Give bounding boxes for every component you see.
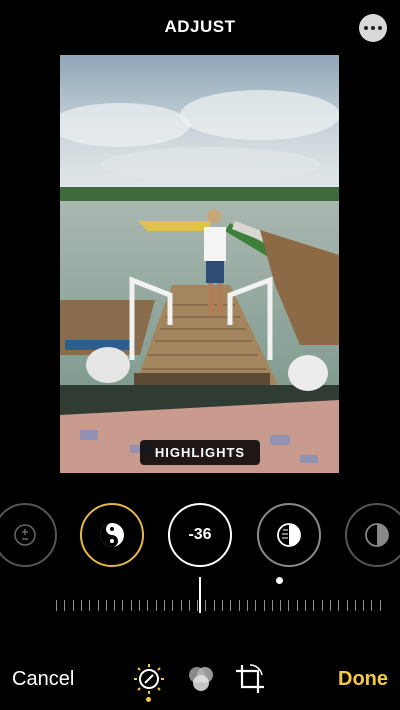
slider-tick (354, 600, 356, 611)
slider-tick (180, 600, 182, 611)
half-circle-icon (277, 523, 301, 547)
brilliance-dial[interactable] (80, 503, 144, 567)
slider-tick (130, 600, 132, 611)
slider-tick (230, 600, 232, 611)
slider-tick (139, 600, 140, 611)
slider-tick (105, 600, 107, 611)
slider-tick (371, 600, 373, 611)
done-button[interactable]: Done (338, 668, 388, 691)
slider-tick (197, 600, 199, 611)
slider-tick (114, 600, 116, 611)
original-value-dot (276, 577, 283, 584)
slider-tick (213, 600, 215, 611)
adjustment-value: -36 (188, 526, 212, 543)
slider-tick (147, 600, 149, 611)
slider-needle[interactable] (199, 577, 201, 613)
slider-tick (280, 600, 282, 611)
slider-tick (346, 600, 348, 611)
slider-tick (56, 600, 57, 611)
yin-yang-icon (100, 523, 124, 547)
slider-tick (288, 600, 290, 611)
slider-tick (313, 600, 315, 611)
slider-tick (321, 600, 323, 611)
slider-tick (155, 600, 157, 611)
slider-tick (64, 600, 66, 611)
slider-tick (296, 600, 298, 611)
slider-tick (122, 600, 124, 611)
slider-tick (188, 600, 190, 611)
slider-tick (338, 600, 340, 611)
adjust-dial-icon[interactable] (132, 662, 166, 696)
mode-label: HIGHLIGHTS (140, 440, 260, 465)
page-title: ADJUST (164, 17, 236, 36)
crop-rotate-icon[interactable] (233, 662, 267, 696)
slider-tick (263, 600, 265, 611)
slider-tick (205, 600, 207, 611)
contrast-dial[interactable] (345, 503, 400, 567)
slider-tick (97, 600, 99, 611)
slider-tick (271, 600, 273, 611)
bottom-toolbar: Cancel Done (0, 655, 400, 710)
exposure-dial[interactable] (0, 503, 57, 567)
active-tool-indicator (146, 697, 151, 702)
slider-tick (89, 600, 91, 611)
slider-tick (163, 600, 165, 611)
slider-tick (172, 600, 174, 611)
slider-tick (305, 600, 306, 611)
slider-tick (222, 600, 223, 611)
slider-tick (80, 600, 82, 611)
contrast-half-icon (365, 523, 389, 547)
slider-tick (255, 600, 257, 611)
plus-minus-icon (14, 524, 36, 546)
highlights-dial[interactable]: -36 (168, 503, 232, 567)
adjustment-slider[interactable] (56, 600, 386, 612)
shadows-dial[interactable] (257, 503, 321, 567)
slider-tick (379, 600, 381, 611)
header: ADJUST (0, 0, 400, 55)
filters-icon[interactable] (184, 662, 218, 696)
slider-tick (72, 600, 74, 611)
slider-tick (238, 600, 240, 611)
slider-tick (329, 600, 331, 611)
slider-tick (363, 600, 365, 611)
photo-preview[interactable] (60, 55, 339, 473)
more-icon[interactable] (359, 14, 387, 42)
cancel-button[interactable]: Cancel (12, 668, 74, 691)
slider-tick (246, 600, 248, 611)
